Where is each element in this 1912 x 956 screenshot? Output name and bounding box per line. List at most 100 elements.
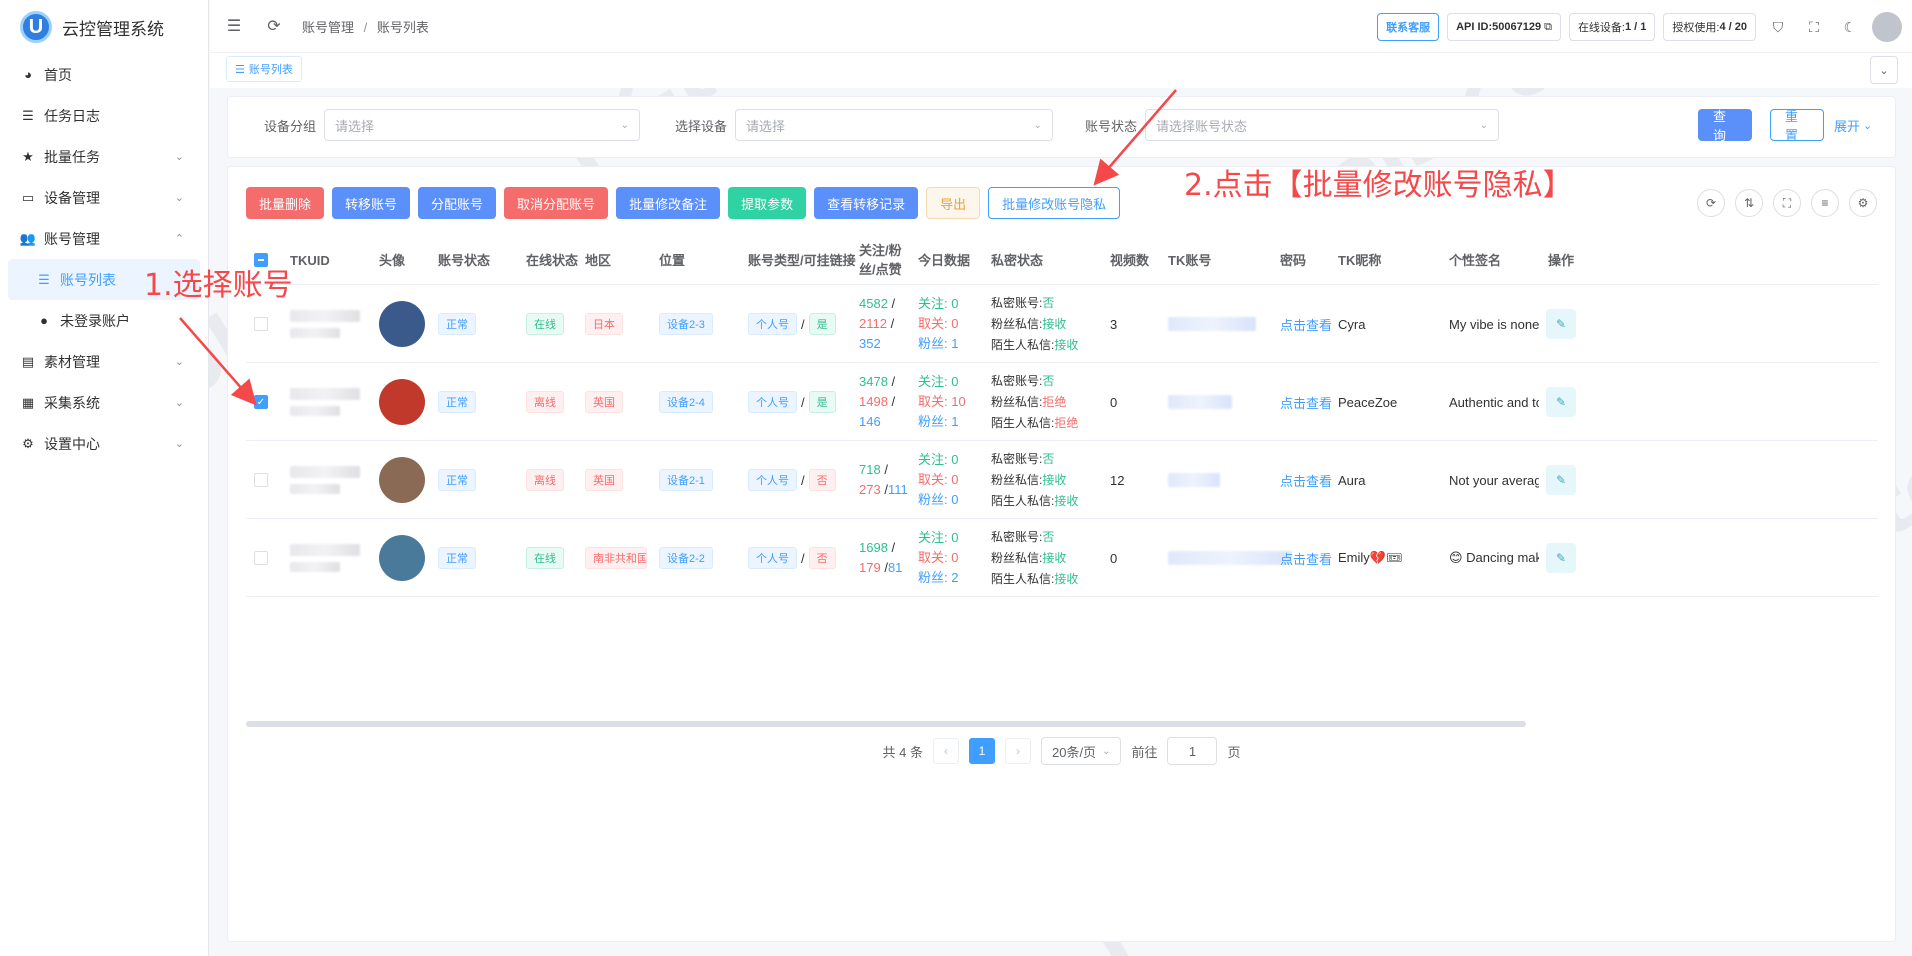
fullscreen-icon[interactable]: ⛶: [1800, 13, 1828, 41]
link-badge: 是: [808, 391, 836, 413]
edit-icon: ✎: [1555, 473, 1567, 487]
tk-nickname: PeaceZoe: [1338, 394, 1398, 410]
status-select[interactable]: 请选择账号状态 ⌄: [1145, 109, 1500, 141]
fan-msg-value: 拒绝: [1042, 394, 1067, 409]
batch-delete-button[interactable]: 批量删除: [246, 187, 325, 219]
chevron-down-icon: ⌄: [1479, 119, 1489, 131]
page-size-select[interactable]: 20条/页 ⌄: [1040, 737, 1122, 765]
table-row[interactable]: 正常 离线 英国 设备2-1 个人号 / 否 718 /273 /111 关注: 0…: [246, 441, 1878, 519]
avatar[interactable]: [379, 535, 425, 581]
api-id-text: API ID:50067129: [1456, 21, 1542, 33]
sidebar-item[interactable]: ☰ 任务日志: [0, 95, 208, 136]
sidebar-item[interactable]: ▦ 采集系统 ⌄: [0, 382, 208, 423]
extract-params-button[interactable]: 提取参数: [728, 187, 807, 219]
unassign-account-button[interactable]: 取消分配账号: [504, 187, 609, 219]
star-icon: ★: [22, 148, 34, 164]
row-checkbox[interactable]: [254, 551, 268, 565]
sidebar-item[interactable]: ⚙ 设置中心 ⌄: [0, 423, 208, 464]
today-follow-label: 关注:: [918, 530, 948, 545]
page-button[interactable]: 1: [968, 738, 995, 764]
table-row[interactable]: 正常 在线 南非共和国 设备2-2 个人号 / 否 1698 /179 /81 关注…: [246, 519, 1878, 597]
query-button[interactable]: 查询: [1698, 109, 1752, 143]
sidebar-item[interactable]: ▤ 素材管理 ⌄: [0, 341, 208, 382]
tk-nickname: Emily💔🎟: [1338, 550, 1403, 565]
edit-button[interactable]: ✎: [1546, 543, 1576, 573]
batch-remark-button[interactable]: 批量修改备注: [616, 187, 721, 219]
reset-button[interactable]: 重置: [1770, 109, 1824, 143]
sidebar-item[interactable]: 👥 账号管理 ⌃: [0, 218, 208, 259]
tk-account-cell: [1168, 519, 1292, 597]
export-button[interactable]: 导出: [926, 187, 981, 219]
stranger-msg-label: 陌生人私信:: [991, 571, 1055, 586]
columns-icon[interactable]: ≡: [1811, 189, 1839, 217]
dark-mode-icon[interactable]: ☾: [1836, 13, 1864, 41]
today-unfollow: 0: [951, 472, 959, 487]
avatar[interactable]: [379, 301, 425, 347]
refresh-icon[interactable]: ⟳: [266, 18, 282, 35]
monitor-icon: ▭: [21, 189, 35, 205]
edit-button[interactable]: ✎: [1546, 309, 1576, 339]
today-unfollow: 10: [951, 394, 966, 409]
today-follow: 0: [951, 452, 959, 467]
group-field: 设备分组 请选择 ⌄: [264, 109, 641, 141]
next-page-button[interactable]: ›: [1004, 738, 1031, 764]
sidebar-item[interactable]: ◕ 首页: [0, 54, 208, 95]
view-password-link[interactable]: 点击查看: [1280, 285, 1332, 363]
edit-button[interactable]: ✎: [1546, 465, 1576, 495]
table-row[interactable]: 正常 在线 日本 设备2-3 个人号 / 是 4582 /2112 /352 关注:…: [246, 285, 1878, 363]
view-password-link[interactable]: 点击查看: [1280, 363, 1332, 441]
user-avatar[interactable]: [1872, 12, 1902, 42]
chevron-up-icon: ⌃: [174, 233, 184, 245]
header-video-count: 视频数: [1110, 252, 1150, 268]
density-icon[interactable]: ⇅: [1735, 189, 1763, 217]
row-checkbox[interactable]: ✓: [254, 395, 268, 409]
view-password-link[interactable]: 点击查看: [1280, 519, 1332, 597]
region-badge: 英国: [585, 391, 623, 413]
breadcrumb-parent[interactable]: 账号管理: [302, 20, 354, 35]
location-cell: 设备2-2: [659, 519, 713, 597]
expand-button[interactable]: 展开 ⌄: [1834, 116, 1872, 135]
group-select[interactable]: 请选择 ⌄: [324, 109, 641, 141]
fullscreen-icon[interactable]: ⛶: [1773, 189, 1801, 217]
assign-account-button[interactable]: 分配账号: [418, 187, 497, 219]
sidebar-item[interactable]: ▭ 设备管理 ⌄: [0, 177, 208, 218]
edit-button[interactable]: ✎: [1546, 387, 1576, 417]
header-account-status: 账号状态: [438, 252, 491, 268]
support-button[interactable]: 联系客服: [1377, 13, 1440, 41]
transfer-log-button[interactable]: 查看转移记录: [814, 187, 919, 219]
transfer-account-button[interactable]: 转移账号: [332, 187, 411, 219]
copy-icon[interactable]: ⧉: [1544, 21, 1552, 34]
likes-count: 81: [887, 560, 903, 575]
location-cell: 设备2-1: [659, 441, 713, 519]
topbar: ☰ ⟳ 账号管理 / 账号列表 联系客服 API ID:50067129 ⧉ 在线…: [210, 0, 1912, 52]
follow-fans-likes-cell: 3478 /1498 /146: [859, 363, 915, 441]
prev-page-button[interactable]: ‹: [932, 738, 959, 764]
api-id-badge[interactable]: API ID:50067129 ⧉: [1447, 13, 1561, 41]
view-password-link[interactable]: 点击查看: [1280, 441, 1332, 519]
stranger-msg-label: 陌生人私信:: [991, 415, 1055, 430]
chevron-down-icon: ⌄: [1863, 120, 1873, 132]
batch-privacy-button[interactable]: 批量修改账号隐私: [988, 187, 1121, 219]
horizontal-scrollbar[interactable]: [246, 721, 1526, 727]
tabs-dropdown-button[interactable]: ⌄: [1870, 56, 1898, 84]
online-status-cell: 在线: [526, 519, 564, 597]
device-select[interactable]: 请选择 ⌄: [735, 109, 1054, 141]
shield-icon[interactable]: ⛉: [1764, 13, 1792, 41]
row-checkbox[interactable]: [254, 473, 268, 487]
goto-page-input[interactable]: 1: [1167, 737, 1218, 765]
settings-icon[interactable]: ⚙: [1849, 189, 1877, 217]
avatar-cell: [379, 363, 425, 441]
menu-fold-icon[interactable]: ☰: [226, 18, 242, 35]
tkuid-redacted: [290, 562, 340, 572]
refresh-icon[interactable]: ⟳: [1697, 189, 1725, 217]
sidebar-item[interactable]: ● 未登录账户: [0, 300, 208, 341]
avatar[interactable]: [379, 379, 425, 425]
table-row[interactable]: ✓ 正常 离线 英国 设备2-4 个人号 / 是 3478 /1498 /146 关…: [246, 363, 1878, 441]
tab-account-list[interactable]: ☰ 账号列表: [226, 56, 302, 82]
header-tkuid: TKUID: [290, 252, 330, 268]
sidebar-item[interactable]: ★ 批量任务 ⌄: [0, 136, 208, 177]
avatar[interactable]: [379, 457, 425, 503]
today-follow: 0: [951, 296, 959, 311]
tk-account-redacted: [1168, 317, 1256, 331]
row-checkbox[interactable]: [254, 317, 268, 331]
